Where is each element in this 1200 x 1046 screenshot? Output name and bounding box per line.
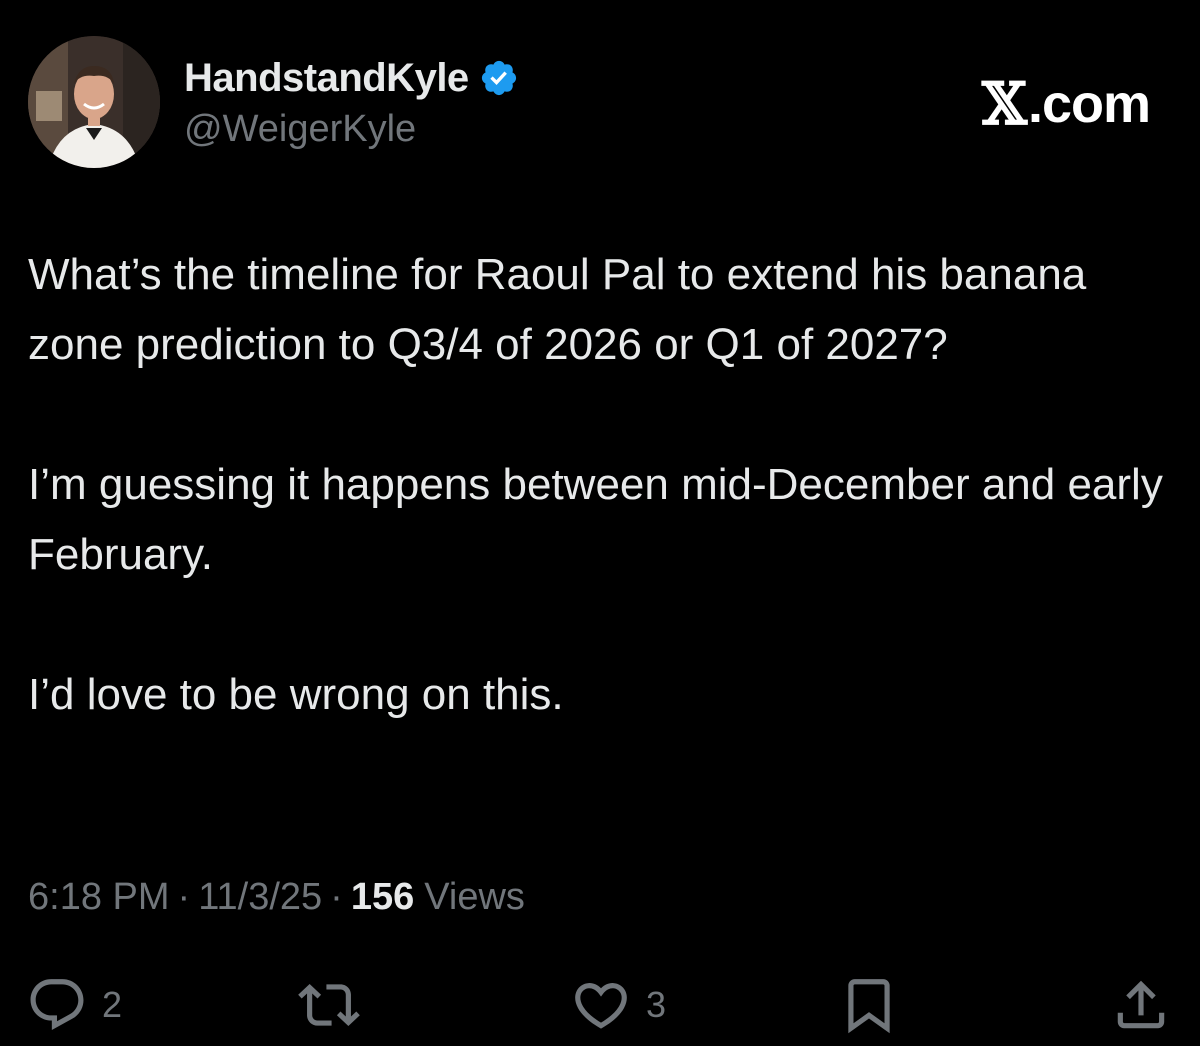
- tweet-paragraph: I’m guessing it happens between mid-Dece…: [28, 460, 1163, 579]
- like-count: 3: [646, 984, 667, 1025]
- meta-separator: ·: [330, 876, 343, 918]
- heart-icon: [575, 983, 627, 1029]
- tweet-paragraph: I’d love to be wrong on this.: [28, 670, 564, 719]
- x-com-logo: 𝕏 .com: [981, 70, 1151, 138]
- tweet-paragraph: What’s the timeline for Raoul Pal to ext…: [28, 250, 1087, 369]
- meta-separator: ·: [177, 876, 191, 918]
- share-icon: [1117, 980, 1165, 1029]
- author-handle[interactable]: @WeigerKyle: [184, 108, 416, 151]
- tweet-meta: 6:18 PM · 11/3/25 · 156 Views: [28, 876, 525, 919]
- reply-icon: [30, 979, 84, 1031]
- reply-button[interactable]: 2: [26, 974, 122, 1036]
- tweet-text: What’s the timeline for Raoul Pal to ext…: [28, 240, 1168, 730]
- views-count: 156: [350, 876, 415, 918]
- tweet-date[interactable]: 11/3/25: [198, 876, 322, 919]
- author-display-name[interactable]: HandstandKyle: [184, 56, 469, 101]
- retweet-button[interactable]: [298, 974, 374, 1036]
- like-button[interactable]: 3: [570, 974, 666, 1036]
- x-logo-icon: 𝕏: [981, 70, 1027, 138]
- avatar-photo: [28, 36, 160, 168]
- author-name-row[interactable]: HandstandKyle: [184, 54, 519, 102]
- tweet-time[interactable]: 6:18 PM: [28, 876, 170, 919]
- verified-badge-icon: [479, 58, 519, 98]
- action-bar: 2 3: [0, 964, 1200, 1040]
- brand-suffix: .com: [1027, 74, 1151, 134]
- views-label: Views: [424, 876, 525, 918]
- avatar[interactable]: [28, 36, 160, 168]
- bookmark-icon: [848, 979, 890, 1034]
- bookmark-button[interactable]: [838, 974, 900, 1036]
- retweet-icon: [298, 984, 360, 1026]
- reply-count: 2: [102, 984, 123, 1025]
- share-button[interactable]: [1110, 974, 1172, 1036]
